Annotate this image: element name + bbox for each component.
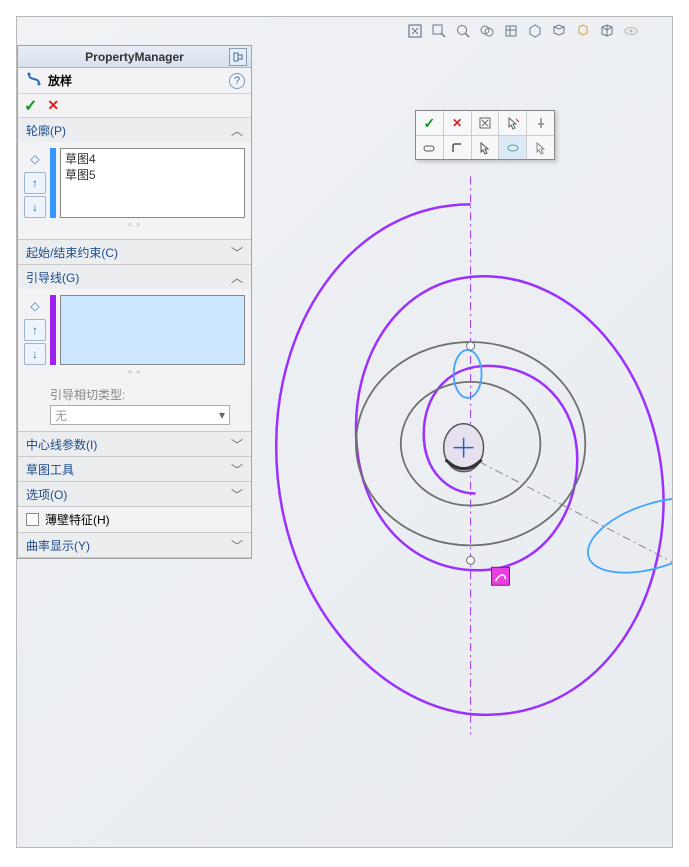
guide-marker-icon[interactable]: ◇ — [24, 295, 46, 317]
section-guide-label: 引导线(G) — [26, 269, 79, 286]
chevron-down-icon: ▾ — [219, 408, 225, 422]
ctx-filter-icon[interactable] — [499, 136, 527, 159]
list-item[interactable]: 草图4 — [65, 151, 240, 167]
resize-handle[interactable]: ▫ ▫ — [24, 218, 245, 233]
section-profiles-head[interactable]: 轮廓(P) ︿ — [18, 118, 251, 142]
guide-color-bar — [50, 295, 56, 365]
pin-icon[interactable] — [229, 48, 247, 66]
section-profiles-label: 轮廓(P) — [26, 122, 66, 139]
ctx-select2-icon[interactable] — [527, 136, 554, 159]
profiles-listbox[interactable]: 草图4 草图5 — [60, 148, 245, 218]
section-startend-head[interactable]: 起始/结束约束(C) ﹀ — [18, 240, 251, 264]
chevron-down-icon: ﹀ — [231, 486, 243, 503]
thin-label: 薄壁特征(H) — [45, 511, 110, 528]
help-icon[interactable]: ? — [229, 73, 245, 89]
pm-titlebar: PropertyManager — [18, 46, 251, 68]
profile-color-bar — [50, 148, 56, 218]
view-orient-icon[interactable] — [500, 20, 522, 42]
chevron-down-icon: ﹀ — [231, 244, 243, 261]
thin-checkbox[interactable] — [26, 513, 39, 526]
tangent-type-label: 引导相切类型: — [50, 386, 245, 403]
list-item[interactable]: 草图5 — [65, 167, 240, 183]
ctx-cursor-icon[interactable] — [499, 111, 527, 135]
ctx-ok-icon[interactable]: ✓ — [416, 111, 444, 135]
chevron-down-icon: ﹀ — [231, 436, 243, 453]
ctx-slot-icon[interactable] — [416, 136, 444, 159]
section-sketchtools-label: 草图工具 — [26, 461, 74, 478]
section-startend-label: 起始/结束约束(C) — [26, 244, 118, 261]
ctx-select-icon[interactable] — [472, 136, 500, 159]
thin-feature-row[interactable]: 薄壁特征(H) — [18, 507, 251, 532]
appearance-icon[interactable] — [572, 20, 594, 42]
ctx-detail-icon[interactable] — [472, 111, 500, 135]
section-curvature-label: 曲率显示(Y) — [26, 537, 90, 554]
section-profiles: 轮廓(P) ︿ ◇ ↑ ↓ 草图4 草图5 ▫ ▫ — [18, 118, 251, 240]
feature-label: 放样 — [48, 72, 72, 89]
cancel-icon[interactable]: ✕ — [47, 97, 59, 114]
section-sketchtools-head[interactable]: 草图工具 ﹀ — [18, 457, 251, 481]
section-centerline-label: 中心线参数(I) — [26, 436, 97, 453]
chevron-down-icon: ﹀ — [231, 537, 243, 554]
resize-handle[interactable]: ▫ ▫ — [24, 365, 245, 380]
context-toolbar: ✓ ✕ — [415, 110, 555, 160]
move-up-button[interactable]: ↑ — [24, 172, 46, 194]
display-style-icon[interactable] — [524, 20, 546, 42]
section-options-label: 选项(O) — [26, 486, 67, 503]
ok-cancel-row: ✓ ✕ — [18, 94, 251, 118]
zoom-area-icon[interactable] — [428, 20, 450, 42]
move-down-button[interactable]: ↓ — [24, 343, 46, 365]
section-curvature-head[interactable]: 曲率显示(Y) ﹀ — [18, 533, 251, 557]
tangent-type-value: 无 — [55, 407, 67, 424]
tangent-type-select[interactable]: 无 ▾ — [50, 405, 230, 425]
prev-view-icon[interactable] — [452, 20, 474, 42]
section-centerline-head[interactable]: 中心线参数(I) ﹀ — [18, 432, 251, 456]
ok-icon[interactable]: ✓ — [24, 96, 37, 116]
pm-title: PropertyManager — [85, 50, 184, 64]
move-up-button[interactable]: ↑ — [24, 319, 46, 341]
section-guide-head[interactable]: 引导线(G) ︿ — [18, 265, 251, 289]
ctx-cancel-icon[interactable]: ✕ — [444, 111, 472, 135]
profile-marker-icon[interactable]: ◇ — [24, 148, 46, 170]
view-toolbar — [404, 20, 642, 42]
zoom-fit-icon[interactable] — [404, 20, 426, 42]
guide-listbox[interactable] — [60, 295, 245, 365]
ctx-pin-icon[interactable] — [527, 111, 554, 135]
property-manager-panel: PropertyManager 放样 ? ✓ ✕ 轮廓(P) ︿ ◇ ↑ — [17, 45, 252, 559]
chevron-up-icon: ︿ — [231, 122, 243, 139]
chevron-down-icon: ﹀ — [231, 461, 243, 478]
section-icon[interactable] — [476, 20, 498, 42]
hide-show-icon[interactable] — [548, 20, 570, 42]
scene-icon[interactable] — [596, 20, 618, 42]
ctx-corner-icon[interactable] — [444, 136, 472, 159]
move-down-button[interactable]: ↓ — [24, 196, 46, 218]
chevron-up-icon: ︿ — [231, 269, 243, 286]
loft-icon — [26, 71, 42, 90]
eye-icon[interactable] — [620, 20, 642, 42]
section-guide: 引导线(G) ︿ ◇ ↑ ↓ ▫ ▫ 引导相切类型: 无 ▾ — [18, 265, 251, 432]
section-options-head[interactable]: 选项(O) ﹀ — [18, 482, 251, 506]
feature-header: 放样 ? — [18, 68, 251, 94]
